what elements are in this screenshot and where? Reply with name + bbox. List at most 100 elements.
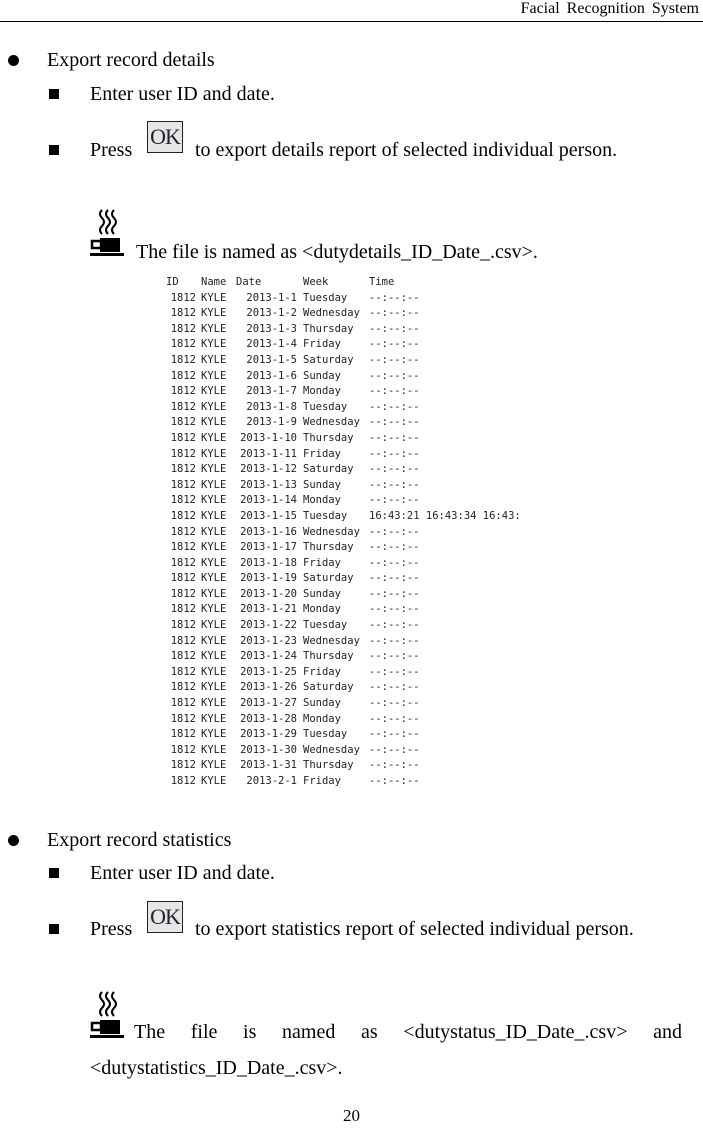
csv-row: 1812 KYLE 2013-1-8 Tuesday --:--:--	[166, 400, 420, 416]
csv-cell-name: KYLE	[201, 369, 227, 382]
csv-cell-time: --:--:--	[369, 291, 420, 304]
csv-row: 1812 KYLE 2013-1-27 Sunday --:--:--	[166, 696, 420, 712]
csv-cell-id: 1812	[170, 541, 196, 554]
ok-button[interactable]: OK	[147, 901, 183, 933]
csv-cell-time: --:--:--	[369, 603, 420, 616]
csv-cell-name: KYLE	[201, 603, 227, 616]
csv-cell-date: 2013-1-12	[240, 463, 297, 476]
csv-cell-time: --:--:--	[369, 400, 420, 413]
csv-cell-date: 2013-1-24	[240, 650, 297, 663]
csv-cell-week: Sunday	[303, 478, 341, 491]
csv-header-name: Name	[201, 276, 227, 288]
csv-cell-time: --:--:--	[369, 634, 420, 647]
csv-cell-id: 1812	[170, 307, 196, 320]
csv-cell-week: Monday	[303, 712, 341, 725]
csv-row: 1812 KYLE 2013-1-14 Monday --:--:--	[166, 493, 420, 509]
csv-cell-name: KYLE	[201, 338, 227, 351]
csv-cell-name: KYLE	[201, 291, 227, 304]
csv-cell-name: KYLE	[201, 322, 227, 335]
csv-cell-week: Friday	[303, 775, 341, 787]
csv-cell-date: 2013-1-9	[246, 416, 297, 429]
csv-cell-name: KYLE	[201, 775, 227, 787]
csv-row: 1812 KYLE 2013-1-29 Tuesday --:--:--	[166, 727, 420, 743]
csv-cell-time: --:--:--	[369, 650, 420, 663]
csv-cell-date: 2013-1-25	[240, 665, 297, 678]
header-title: Facial Recognition System	[520, 0, 699, 17]
csv-cell-week: Tuesday	[303, 509, 348, 522]
csv-cell-time: --:--:--	[369, 556, 420, 569]
csv-cell-date: 2013-1-3	[246, 322, 297, 335]
csv-cell-name: KYLE	[201, 478, 227, 491]
csv-row: 1812 KYLE 2013-1-22 Tuesday --:--:--	[166, 618, 420, 634]
csv-cell-date: 2013-1-17	[240, 541, 297, 554]
csv-cell-week: Thursday	[303, 759, 354, 772]
csv-cell-date: 2013-1-4	[246, 338, 297, 351]
section-title-export-statistics: Export record statistics	[47, 829, 232, 851]
csv-cell-name: KYLE	[201, 619, 227, 632]
csv-cell-time: --:--:--	[369, 619, 420, 632]
csv-row: 1812 KYLE 2013-1-6 Sunday --:--:--	[166, 369, 420, 385]
csv-cell-time: --:--:--	[369, 463, 420, 476]
csv-row: 1812 KYLE 2013-1-1 Tuesday --:--:--	[166, 291, 420, 307]
csv-cell-time: --:--:--	[369, 338, 420, 351]
ok-button[interactable]: OK	[147, 121, 183, 153]
csv-cell-name: KYLE	[201, 712, 227, 725]
csv-row: 1812 KYLE 2013-2-1 Friday --:--:--	[166, 774, 420, 790]
csv-cell-name: KYLE	[201, 385, 227, 398]
csv-cell-week: Wednesday	[303, 525, 360, 538]
csv-cell-id: 1812	[170, 650, 196, 663]
csv-cell-name: KYLE	[201, 353, 227, 366]
csv-cell-time: --:--:--	[369, 322, 420, 335]
csv-cell-week: Saturday	[303, 681, 354, 694]
step-suffix: to export details report of selected ind…	[195, 139, 618, 161]
csv-cell-week: Tuesday	[303, 291, 348, 304]
csv-cell-name: KYLE	[201, 650, 227, 663]
csv-cell-week: Sunday	[303, 587, 341, 600]
csv-cell-week: Sunday	[303, 369, 341, 382]
csv-row: 1812 KYLE 2013-1-23 Wednesday --:--:--	[166, 634, 420, 650]
csv-cell-week: Friday	[303, 556, 341, 569]
csv-cell-id: 1812	[170, 556, 196, 569]
note-text: The file is named as <dutystatus_ID_Date…	[90, 1021, 682, 1079]
csv-cell-week: Wednesday	[303, 416, 360, 429]
step-press-ok: Press	[90, 138, 132, 162]
csv-cell-id: 1812	[170, 431, 196, 444]
csv-cell-time: --:--:--	[369, 447, 420, 460]
csv-cell-time: --:--:--	[369, 353, 420, 366]
csv-row: 1812 KYLE 2013-1-31 Thursday --:--:--	[166, 758, 420, 774]
csv-cell-week: Friday	[303, 665, 341, 678]
csv-cell-date: 2013-1-1	[246, 291, 297, 304]
csv-row: 1812 KYLE 2013-1-4 Friday --:--:--	[166, 337, 420, 353]
csv-cell-week: Wednesday	[303, 634, 360, 647]
csv-cell-name: KYLE	[201, 697, 227, 710]
csv-cell-id: 1812	[170, 712, 196, 725]
csv-cell-name: KYLE	[201, 541, 227, 554]
csv-cell-date: 2013-1-19	[240, 572, 297, 585]
csv-cell-time: --:--:--	[369, 665, 420, 678]
csv-cell-id: 1812	[170, 681, 196, 694]
csv-cell-id: 1812	[170, 525, 196, 538]
csv-cell-time: --:--:--	[369, 307, 420, 320]
csv-cell-date: 2013-1-15	[240, 509, 297, 522]
csv-cell-date: 2013-1-6	[246, 369, 297, 382]
csv-row: 1812 KYLE 2013-1-3 Thursday --:--:--	[166, 322, 420, 338]
csv-cell-week: Monday	[303, 603, 341, 616]
csv-cell-date: 2013-1-16	[240, 525, 297, 538]
csv-cell-week: Monday	[303, 494, 341, 507]
csv-cell-id: 1812	[170, 634, 196, 647]
csv-cell-week: Thursday	[303, 541, 354, 554]
csv-cell-date: 2013-1-29	[240, 728, 297, 741]
csv-cell-date: 2013-1-8	[246, 400, 297, 413]
csv-row: 1812 KYLE 2013-1-9 Wednesday --:--:--	[166, 415, 420, 431]
note-file-name-statistics: The file is named as <dutystatus_ID_Date…	[90, 1014, 682, 1086]
square-bullet-icon	[49, 868, 59, 878]
note-file-name-details: The file is named as <dutydetails_ID_Dat…	[136, 241, 538, 263]
step-suffix: to export statistics report of selected …	[195, 918, 634, 940]
csv-cell-name: KYLE	[201, 431, 227, 444]
csv-row: 1812 KYLE 2013-1-7 Monday --:--:--	[166, 384, 420, 400]
csv-row: 1812 KYLE 2013-1-11 Friday --:--:--	[166, 447, 420, 463]
csv-cell-id: 1812	[170, 572, 196, 585]
csv-row: 1812 KYLE 2013-1-20 Sunday --:--:--	[166, 587, 420, 603]
csv-cell-name: KYLE	[201, 416, 227, 429]
csv-row: 1812 KYLE 2013-1-19 Saturday --:--:--	[166, 571, 420, 587]
